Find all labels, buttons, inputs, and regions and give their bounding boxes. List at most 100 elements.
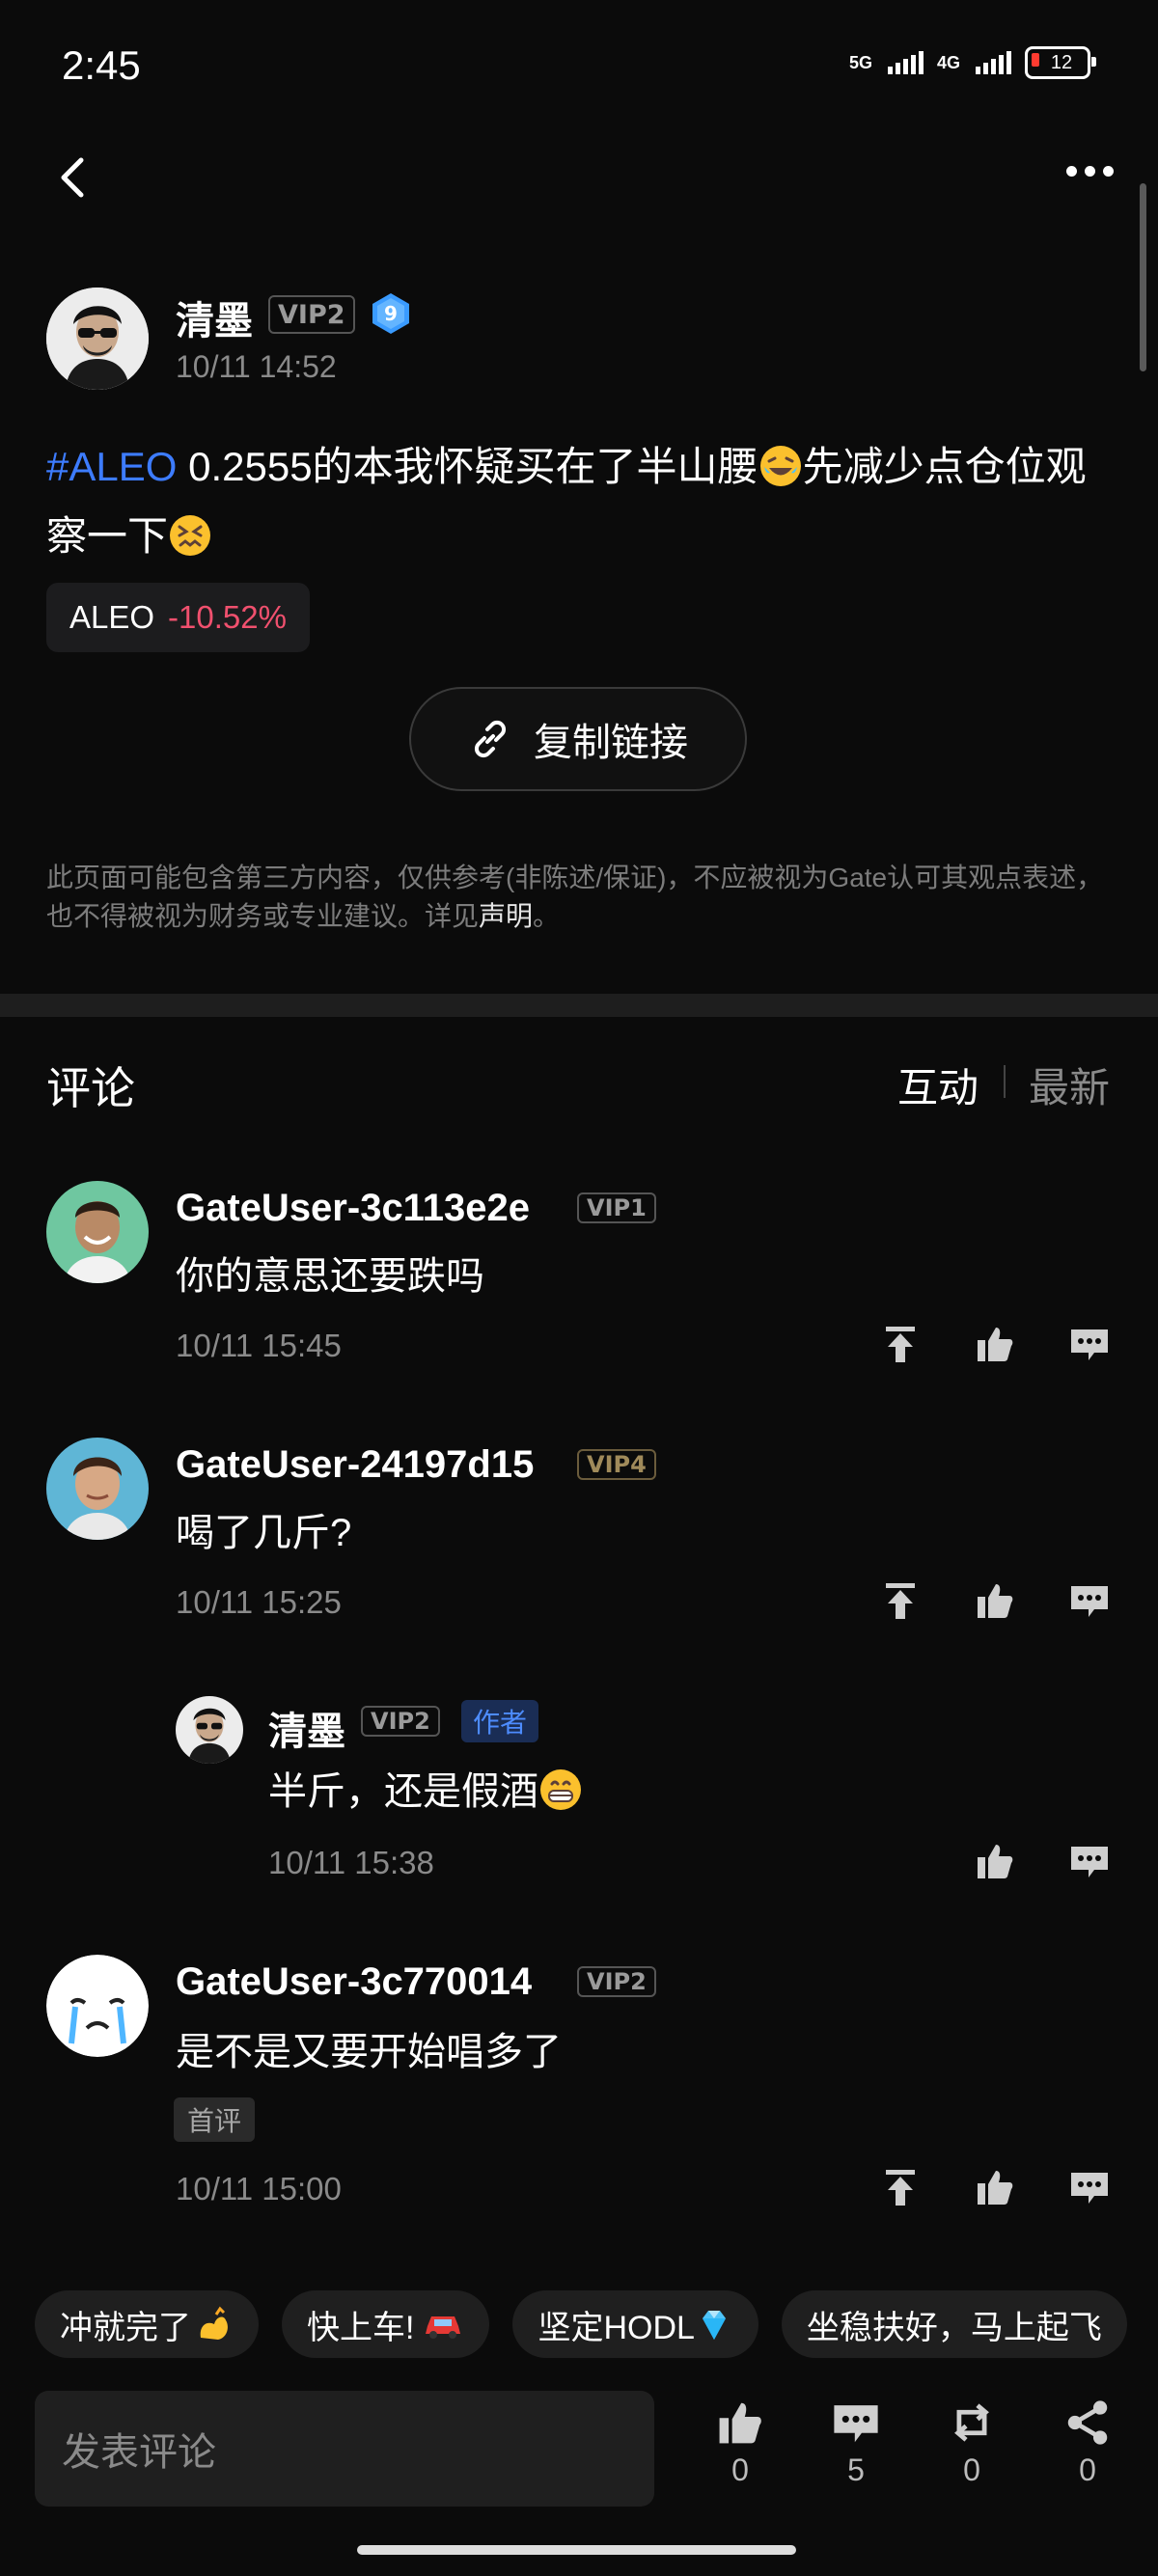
like-icon[interactable]	[975, 1580, 1015, 1621]
chevron-left-icon	[61, 157, 84, 198]
quick-replies: 冲就完了 快上车! 坚定HODL 坐稳扶好，马上起飞	[35, 2290, 1127, 2358]
comment-count: 5	[847, 2453, 865, 2487]
car-emoji-icon	[426, 2316, 461, 2339]
reply-author-avatar[interactable]	[176, 1696, 243, 1764]
reply-text: 半斤，还是假酒	[268, 1760, 583, 1816]
repost-count: 0	[963, 2453, 980, 2487]
pin-top-icon[interactable]	[880, 2167, 921, 2207]
like-button[interactable]: 0	[697, 2398, 784, 2488]
confounded-emoji-icon	[170, 515, 211, 556]
author-name[interactable]: 清墨	[176, 289, 253, 345]
reply-icon[interactable]	[1069, 1841, 1110, 1881]
comment-time: 10/11 15:00	[176, 2171, 342, 2206]
gem-emoji-icon	[702, 2311, 726, 2340]
home-indicator[interactable]	[357, 2545, 796, 2555]
copy-link-label: 复制链接	[534, 722, 688, 764]
hashtag-link[interactable]: #ALEO	[46, 444, 177, 489]
like-icon[interactable]	[975, 2167, 1015, 2207]
sort-latest-tab[interactable]: 最新	[1029, 1055, 1110, 1114]
sort-interactive-tab[interactable]: 互动	[897, 1055, 979, 1114]
comment-input[interactable]: 发表评论	[35, 2391, 654, 2507]
comment-actions	[880, 1580, 1110, 1621]
disclaimer: 此页面可能包含第三方内容，仅供参考(非陈述/保证)，不应被视为Gate认可其观点…	[46, 859, 1117, 936]
comment-text: 喝了几斤?	[176, 1512, 352, 1554]
ticker-chip[interactable]: ALEO -10.52%	[46, 583, 310, 652]
reply-author-name[interactable]: 清墨	[268, 1700, 345, 1756]
comment-time: 10/11 15:45	[176, 1328, 342, 1363]
sort-separator	[1004, 1065, 1006, 1098]
grinning-emoji-icon	[540, 1769, 581, 1810]
disclaimer-link[interactable]: 声明	[479, 901, 533, 931]
signal-icon-2	[976, 51, 1011, 74]
link-icon	[474, 720, 507, 758]
status-icons: 5G 4G 12	[848, 46, 1096, 79]
first-comment-tag: 首评	[174, 2097, 256, 2142]
author-badge: 作者	[461, 1700, 539, 1742]
back-button[interactable]	[54, 156, 93, 199]
ticker-change: -10.52%	[168, 599, 287, 635]
disclaimer-end: 。	[533, 901, 561, 931]
vip-badge: VIP2	[268, 295, 355, 334]
commenter-avatar[interactable]	[46, 1181, 149, 1283]
share-icon	[1067, 2400, 1108, 2445]
like-icon	[719, 2402, 761, 2444]
laughing-emoji-icon	[759, 446, 801, 486]
post-content: #ALEO 0.2555的本我怀疑买在了半山腰 先减少点仓位观察一下	[46, 432, 1117, 571]
comments-title: 评论	[46, 1063, 135, 1113]
post-time: 10/11 14:52	[176, 349, 337, 384]
reply-text-content: 半斤，还是假酒	[268, 1770, 538, 1813]
comment-time: 10/11 15:25	[176, 1584, 342, 1620]
comment-actions	[880, 1324, 1110, 1364]
quick-reply-chip[interactable]: 坐稳扶好，马上起飞	[781, 2290, 1127, 2358]
reply-icon[interactable]	[1069, 2167, 1110, 2207]
repost-button[interactable]: 0	[928, 2398, 1015, 2488]
disclaimer-text: 此页面可能包含第三方内容，仅供参考(非陈述/保证)，不应被视为Gate认可其观点…	[46, 863, 1104, 931]
vip-badge: VIP2	[577, 1966, 656, 1997]
section-divider	[0, 994, 1158, 1017]
author-avatar[interactable]	[46, 288, 149, 390]
reply-icon[interactable]	[1069, 1324, 1110, 1364]
quick-reply-label: 冲就完了	[60, 2309, 191, 2346]
comment-icon	[834, 2405, 878, 2443]
quick-reply-chip[interactable]: 坚定HODL	[512, 2290, 758, 2358]
status-time: 2:45	[62, 42, 141, 88]
copy-link-button[interactable]: 复制链接	[409, 687, 747, 791]
comment-text: 是不是又要开始唱多了	[176, 2031, 562, 2073]
like-icon[interactable]	[975, 1324, 1015, 1364]
quick-reply-chip[interactable]: 冲就完了	[35, 2290, 259, 2358]
reply-icon[interactable]	[1069, 1580, 1110, 1621]
share-count: 0	[1079, 2453, 1096, 2487]
reply-time: 10/11 15:38	[268, 1845, 434, 1880]
flexed-biceps-emoji-icon	[200, 2306, 228, 2340]
like-icon[interactable]	[975, 1841, 1015, 1881]
reply-actions	[975, 1841, 1110, 1881]
more-options-icon[interactable]	[1066, 166, 1114, 177]
commenter-avatar[interactable]	[46, 1955, 149, 2057]
vip-badge: VIP4	[577, 1449, 656, 1480]
comment-button[interactable]: 5	[813, 2398, 899, 2488]
commenter-name[interactable]: GateUser-3c770014	[176, 1960, 532, 2004]
comment-actions	[880, 2167, 1110, 2207]
net-5g-label: 5G	[848, 52, 872, 72]
pin-top-icon[interactable]	[880, 1324, 921, 1364]
quick-reply-chip[interactable]: 快上车!	[282, 2290, 490, 2358]
quick-reply-label: 快上车!	[307, 2309, 415, 2346]
like-count: 0	[731, 2453, 749, 2487]
level-badge-icon: 9	[369, 291, 413, 336]
level-number: 9	[384, 302, 398, 325]
commenter-name[interactable]: GateUser-3c113e2e	[176, 1187, 530, 1230]
vip-badge: VIP1	[577, 1192, 656, 1223]
share-button[interactable]: 0	[1044, 2398, 1131, 2488]
signal-icon	[887, 51, 924, 74]
quick-reply-label: 坚定HODL	[538, 2309, 695, 2346]
battery-icon: 12	[1025, 46, 1096, 79]
post-text-1: 0.2555的本我怀疑买在了半山腰	[177, 444, 758, 489]
net-4g-label: 4G	[936, 52, 960, 72]
scrollbar[interactable]	[1140, 183, 1146, 371]
pin-top-icon[interactable]	[880, 1580, 921, 1621]
repost-icon	[954, 2403, 989, 2442]
commenter-name[interactable]: GateUser-24197d15	[176, 1443, 534, 1487]
quick-reply-label: 坐稳扶好，马上起飞	[806, 2309, 1102, 2346]
commenter-avatar[interactable]	[46, 1438, 149, 1540]
battery-level: 12	[1050, 51, 1073, 73]
